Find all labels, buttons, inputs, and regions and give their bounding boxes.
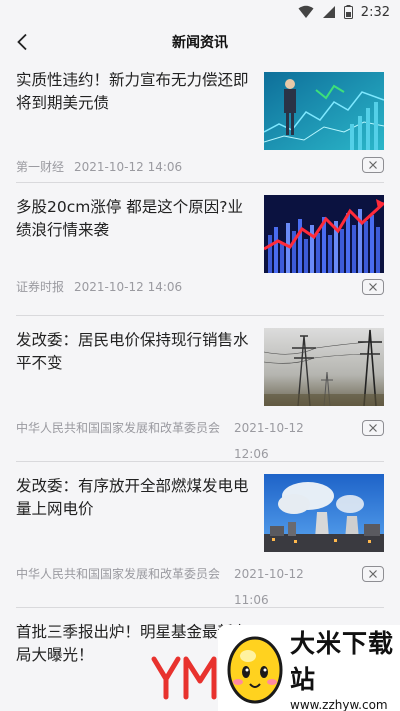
watermark-url: www.zzhyw.com — [290, 698, 388, 711]
news-source: 第一财经 — [16, 160, 65, 174]
news-item[interactable]: 多股20cm涨停 都是这个原因?业绩浪行情来袭 证券时报 2021-10-12 … — [16, 183, 384, 316]
news-thumbnail[interactable] — [264, 72, 384, 150]
dismiss-button[interactable] — [362, 279, 384, 295]
news-meta: 第一财经 2021-10-12 14:06 — [16, 154, 384, 177]
news-item[interactable]: 实质性违约！新力宣布无力偿还即将到期美元债 第一财经 2021-10-12 14… — [16, 60, 384, 183]
news-meta: 中华人民共和国国家发展和改革委员会 2021-10-12 11:06 — [16, 561, 384, 613]
watermark-name: 大米下载站 — [290, 629, 395, 694]
news-title[interactable]: 多股20cm涨停 都是这个原因?业绩浪行情来袭 — [16, 183, 250, 273]
close-icon — [369, 570, 377, 578]
close-icon — [369, 424, 377, 432]
news-meta: 证券时报 2021-10-12 14:06 — [16, 277, 384, 297]
news-thumbnail[interactable] — [264, 474, 384, 552]
news-date: 2021-10-12 14:06 — [74, 160, 183, 174]
signal-icon — [322, 5, 336, 19]
news-list: 实质性违约！新力宣布无力偿还即将到期美元债 第一财经 2021-10-12 14… — [0, 60, 400, 667]
wifi-icon — [298, 5, 314, 19]
news-date: 2021-10-12 12:06 — [234, 421, 304, 461]
news-source: 中华人民共和国国家发展和改革委员会 — [16, 421, 221, 435]
news-thumbnail[interactable] — [264, 328, 384, 406]
close-icon — [369, 161, 377, 169]
dismiss-button[interactable] — [362, 566, 384, 582]
news-date: 2021-10-12 11:06 — [234, 567, 304, 607]
news-source: 证券时报 — [16, 280, 65, 294]
battery-icon — [343, 5, 353, 19]
status-bar: 2:32 — [0, 0, 400, 24]
chevron-left-icon — [17, 33, 27, 51]
news-title[interactable]: 发改委：有序放开全部燃煤发电电量上网电价 — [16, 462, 250, 552]
close-icon — [369, 283, 377, 291]
news-item[interactable]: 发改委：有序放开全部燃煤发电电量上网电价 中华人民共和国国家发展和改革委员会 2… — [16, 462, 384, 608]
watermark-badge: 大米下载站 www.zzhyw.com — [218, 625, 400, 711]
mascot-icon — [224, 630, 286, 706]
news-title[interactable]: 发改委：居民电价保持现行销售水平不变 — [16, 316, 250, 406]
status-time: 2:32 — [360, 4, 390, 20]
dismiss-button[interactable] — [362, 420, 384, 436]
watermark-logo — [150, 655, 218, 701]
navigation-bar: 新闻资讯 — [0, 24, 400, 60]
news-thumbnail[interactable] — [264, 195, 384, 273]
page-title: 新闻资讯 — [172, 35, 228, 51]
dismiss-button[interactable] — [362, 157, 384, 173]
news-title[interactable]: 实质性违约！新力宣布无力偿还即将到期美元债 — [16, 60, 250, 150]
news-item[interactable]: 发改委：居民电价保持现行销售水平不变 中华人民共和国国家发展和改革委员会 202… — [16, 316, 384, 462]
news-date: 2021-10-12 14:06 — [74, 280, 183, 294]
news-source: 中华人民共和国国家发展和改革委员会 — [16, 567, 221, 581]
news-meta: 中华人民共和国国家发展和改革委员会 2021-10-12 12:06 — [16, 415, 384, 467]
back-button[interactable] — [8, 28, 36, 56]
